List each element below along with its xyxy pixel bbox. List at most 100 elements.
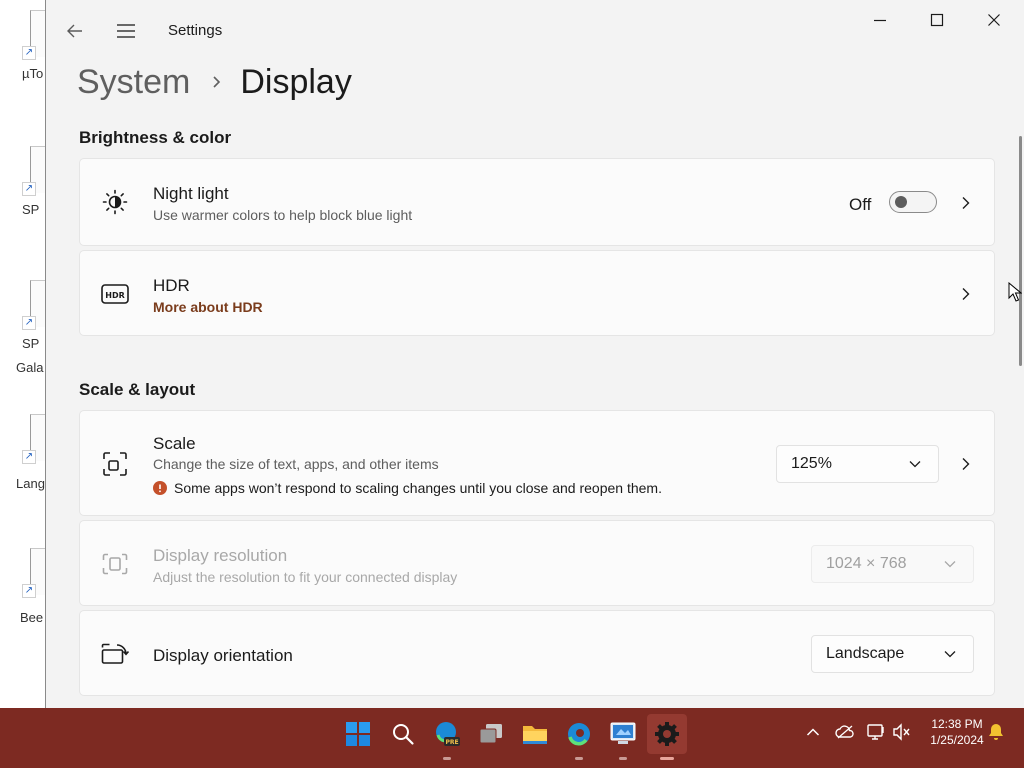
desktop-shortcut-label-line2: Gala	[16, 360, 44, 375]
desktop-shortcut-utorrent[interactable]: ↗ µTo	[14, 10, 46, 81]
onedrive-cloud-icon	[835, 725, 854, 739]
desktop-shortcut-label: Bee	[20, 610, 44, 625]
scale-dropdown-value: 125%	[791, 455, 832, 472]
mouse-cursor-icon	[1008, 281, 1023, 307]
remote-desktop-icon	[610, 722, 636, 744]
taskbar-start-button[interactable]	[338, 714, 378, 754]
night-light-card[interactable]: Night light Use warmer colors to help bl…	[79, 158, 995, 246]
chevron-down-icon	[909, 461, 921, 468]
chevron-down-icon	[944, 651, 956, 658]
night-light-title: Night light	[153, 184, 229, 203]
window-title: Settings	[168, 22, 223, 39]
night-light-icon	[100, 187, 130, 217]
edge-icon	[568, 723, 590, 746]
close-button[interactable]	[971, 6, 1017, 34]
hdr-icon: HDR	[100, 279, 130, 309]
scale-chevron-right-icon[interactable]	[958, 456, 974, 472]
title-bar[interactable]: Settings	[46, 0, 1024, 62]
svg-text:PRE: PRE	[445, 739, 458, 746]
desktop-shortcut-label: SP	[22, 336, 40, 351]
taskbar-file-explorer[interactable]	[515, 714, 555, 754]
scale-icon	[100, 449, 130, 479]
chevron-down-icon	[944, 561, 956, 568]
desktop-shortcut-sp[interactable]: ↗ SP	[14, 146, 46, 217]
maximize-button[interactable]	[914, 6, 960, 34]
taskbar-remote-desktop[interactable]	[603, 714, 643, 760]
back-arrow-icon	[67, 24, 82, 38]
display-orientation-dropdown[interactable]: Landscape	[811, 635, 974, 673]
scale-card[interactable]: Scale Change the size of text, apps, and…	[79, 410, 995, 516]
minimize-icon	[874, 19, 886, 22]
speaker-muted-icon	[893, 723, 910, 741]
start-icon	[346, 722, 370, 746]
section-heading-brightness: Brightness & color	[79, 128, 232, 147]
shortcut-arrow-icon: ↗	[22, 450, 36, 464]
hdr-card[interactable]: HDR HDR More about HDR	[79, 250, 995, 336]
running-indicator	[443, 757, 451, 760]
taskbar-settings[interactable]	[647, 714, 687, 760]
warning-info-icon	[153, 481, 167, 495]
desktop-shortcut-bee[interactable]: ↗ Bee	[14, 548, 46, 625]
close-icon	[988, 14, 1000, 26]
taskbar-edge[interactable]	[559, 714, 599, 760]
taskbar-edge-beta[interactable]: PRE	[427, 714, 467, 760]
network-tray-button[interactable]	[865, 718, 887, 746]
hamburger-menu-icon	[117, 24, 135, 38]
task-view-icon	[479, 724, 502, 744]
hdr-chevron-right-icon	[958, 286, 974, 302]
desktop-shortcut-label: SP	[22, 202, 40, 217]
display-orientation-value: Landscape	[826, 645, 905, 662]
show-hidden-icons-button[interactable]	[803, 718, 823, 746]
settings-window: Settings System Display Brightness & col…	[45, 0, 1024, 708]
display-orientation-title: Display orientation	[153, 646, 293, 665]
taskbar-task-view[interactable]	[471, 714, 511, 754]
running-indicator	[619, 757, 627, 760]
desktop-shortcut-label: µTo	[22, 66, 44, 81]
taskbar: PRE 12:38 PM 1/25/2024	[0, 708, 1024, 768]
shortcut-arrow-icon: ↗	[22, 316, 36, 330]
network-icon	[867, 724, 884, 740]
breadcrumb-system-link[interactable]: System	[77, 63, 190, 102]
breadcrumb: System Display	[77, 58, 352, 106]
scale-dropdown[interactable]: 125%	[776, 445, 939, 483]
night-light-subtitle: Use warmer colors to help block blue lig…	[153, 207, 413, 223]
shortcut-arrow-icon: ↗	[22, 182, 36, 196]
night-light-state-label: Off	[849, 195, 872, 214]
chevron-up-icon	[806, 728, 820, 736]
desktop-shortcut-label: Lang	[16, 476, 45, 491]
desktop-shortcut-sp-gala[interactable]: ↗ SP Gala	[14, 280, 46, 375]
settings-icon	[655, 722, 679, 746]
onedrive-tray-button[interactable]	[834, 718, 856, 746]
more-about-hdr-link[interactable]: More about HDR	[153, 299, 263, 315]
shortcut-arrow-icon: ↗	[22, 46, 36, 60]
desktop-shortcut-lang[interactable]: ↗ Lang	[14, 414, 46, 491]
shortcut-arrow-icon: ↗	[22, 584, 36, 598]
taskbar-search-button[interactable]	[383, 714, 423, 754]
display-resolution-icon	[100, 549, 130, 579]
notification-bell-icon	[989, 724, 1003, 740]
scale-title: Scale	[153, 434, 196, 453]
display-resolution-value: 1024 × 768	[826, 555, 907, 572]
svg-text:HDR: HDR	[105, 291, 125, 300]
display-orientation-icon	[100, 639, 130, 669]
edge-beta-icon: PRE	[436, 722, 460, 746]
night-light-chevron-right-icon	[958, 195, 974, 211]
section-heading-scale-layout: Scale & layout	[79, 380, 196, 399]
minimize-button[interactable]	[857, 6, 903, 34]
running-indicator	[575, 757, 583, 760]
night-light-toggle[interactable]	[889, 191, 937, 213]
vertical-scrollbar-thumb[interactable]	[1019, 136, 1022, 366]
display-orientation-card[interactable]: Display orientation Landscape	[79, 610, 995, 696]
scale-warning-text: Some apps won’t respond to scaling chang…	[174, 480, 662, 496]
back-button[interactable]	[64, 20, 86, 42]
notifications-button[interactable]	[985, 718, 1007, 746]
display-resolution-subtitle: Adjust the resolution to fit your connec…	[153, 569, 458, 585]
volume-tray-button[interactable]	[891, 718, 913, 746]
maximize-icon	[930, 13, 944, 27]
display-resolution-title: Display resolution	[153, 546, 288, 565]
hdr-title: HDR	[153, 276, 190, 295]
active-indicator	[660, 757, 674, 760]
toggle-knob	[895, 196, 907, 208]
navigation-menu-button[interactable]	[114, 20, 138, 42]
desktop: ↗ µTo ↗ SP ↗ SP Gala ↗ Lang ↗ Bee	[0, 0, 46, 708]
